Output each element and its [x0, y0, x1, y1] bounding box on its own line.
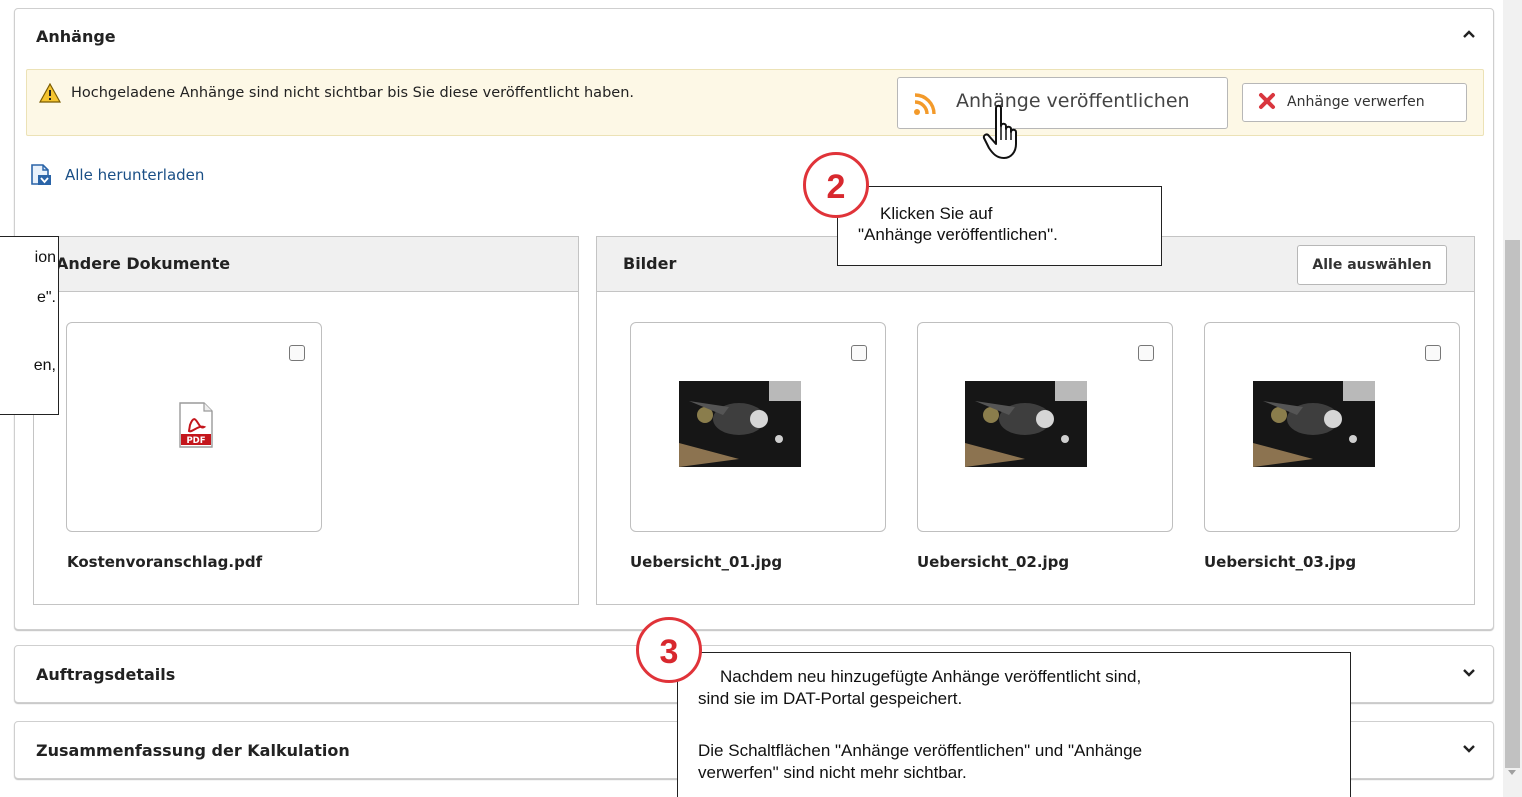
step-3-number: 3: [659, 633, 679, 671]
document-card[interactable]: PDF: [66, 322, 322, 532]
unpublished-warning-bar: Hochgeladene Anhänge sind nicht sichtbar…: [26, 69, 1484, 136]
rss-icon: [913, 92, 937, 120]
callout-step-3-line: verwerfen" sind nicht mehr sichtbar.: [698, 763, 967, 782]
chevron-down-icon[interactable]: [1463, 668, 1475, 678]
scroll-down-arrow-icon[interactable]: [1508, 770, 1516, 775]
other-documents-header: Andere Dokumente: [34, 237, 578, 292]
image-checkbox[interactable]: [1425, 345, 1441, 361]
callout-step-3-line: Die Schaltflächen "Anhänge veröffentlich…: [698, 741, 1143, 760]
attachments-panel-header[interactable]: Anhänge: [15, 9, 1493, 65]
step-3-badge: 3: [636, 617, 702, 683]
image-checkbox[interactable]: [1138, 345, 1154, 361]
callout-fragment-line: en,: [33, 357, 56, 374]
image-card[interactable]: [917, 322, 1173, 532]
chevron-up-icon[interactable]: [1463, 29, 1475, 39]
select-all-button[interactable]: Alle auswählen: [1297, 245, 1447, 285]
warning-text: Hochgeladene Anhänge sind nicht sichtbar…: [71, 85, 634, 101]
callout-step-1-fragment: ion e". en,: [0, 236, 59, 415]
step-2-badge: 2: [803, 152, 869, 218]
publish-attachments-button[interactable]: Anhänge veröffentlichen: [897, 77, 1228, 129]
images-section: Bilder Alle auswählen Uebersicht_01.jpg: [596, 236, 1475, 605]
other-documents-title: Andere Dokumente: [56, 254, 231, 273]
page-scrollbar[interactable]: [1503, 0, 1522, 797]
order-details-title: Auftragsdetails: [36, 665, 176, 684]
step-2-number: 2: [826, 168, 846, 206]
hand-pointer-cursor-icon: [982, 104, 1028, 164]
download-document-icon: [29, 164, 53, 191]
image-card[interactable]: [630, 322, 886, 532]
callout-step-2: Klicken Sie auf "Anhänge veröffentlichen…: [837, 186, 1162, 266]
image-checkbox[interactable]: [851, 345, 867, 361]
callout-step-3-line: Nachdem neu hinzugefügte Anhänge veröffe…: [720, 667, 1142, 686]
select-all-label: Alle auswählen: [1312, 257, 1432, 273]
document-checkbox[interactable]: [289, 345, 305, 361]
svg-text:PDF: PDF: [186, 436, 205, 446]
callout-step-2-line: "Anhänge veröffentlichen".: [858, 225, 1058, 244]
download-all-label: Alle herunterladen: [65, 166, 205, 184]
other-documents-section: Andere Dokumente PDF Kostenvoranschlag.p…: [33, 236, 579, 605]
discard-attachments-label: Anhänge verwerfen: [1287, 94, 1425, 110]
image-thumbnail: [965, 381, 1087, 467]
callout-fragment-line: e".: [36, 289, 56, 306]
callout-fragment-line: ion: [34, 249, 56, 266]
image-thumbnail: [1253, 381, 1375, 467]
attachments-panel-title: Anhänge: [36, 27, 116, 46]
calculation-summary-title: Zusammenfassung der Kalkulation: [36, 741, 350, 760]
callout-step-3-line: sind sie im DAT-Portal gespeichert.: [698, 689, 963, 708]
download-all-link[interactable]: Alle herunterladen: [29, 163, 204, 191]
chevron-down-icon[interactable]: [1463, 744, 1475, 754]
image-card[interactable]: [1204, 322, 1460, 532]
callout-step-3: Nachdem neu hinzugefügte Anhänge veröffe…: [677, 652, 1351, 797]
pdf-icon: PDF: [176, 401, 216, 453]
image-filename: Uebersicht_02.jpg: [917, 553, 1070, 571]
image-thumbnail: [679, 381, 801, 467]
discard-attachments-button[interactable]: Anhänge verwerfen: [1242, 83, 1467, 122]
image-filename: Uebersicht_01.jpg: [630, 553, 783, 571]
close-icon: [1258, 92, 1276, 114]
document-filename: Kostenvoranschlag.pdf: [67, 553, 263, 571]
images-title: Bilder: [623, 254, 677, 273]
image-filename: Uebersicht_03.jpg: [1204, 553, 1357, 571]
callout-step-2-line: Klicken Sie auf: [880, 204, 993, 223]
warning-icon: [38, 82, 62, 107]
scrollbar-thumb[interactable]: [1505, 240, 1520, 768]
